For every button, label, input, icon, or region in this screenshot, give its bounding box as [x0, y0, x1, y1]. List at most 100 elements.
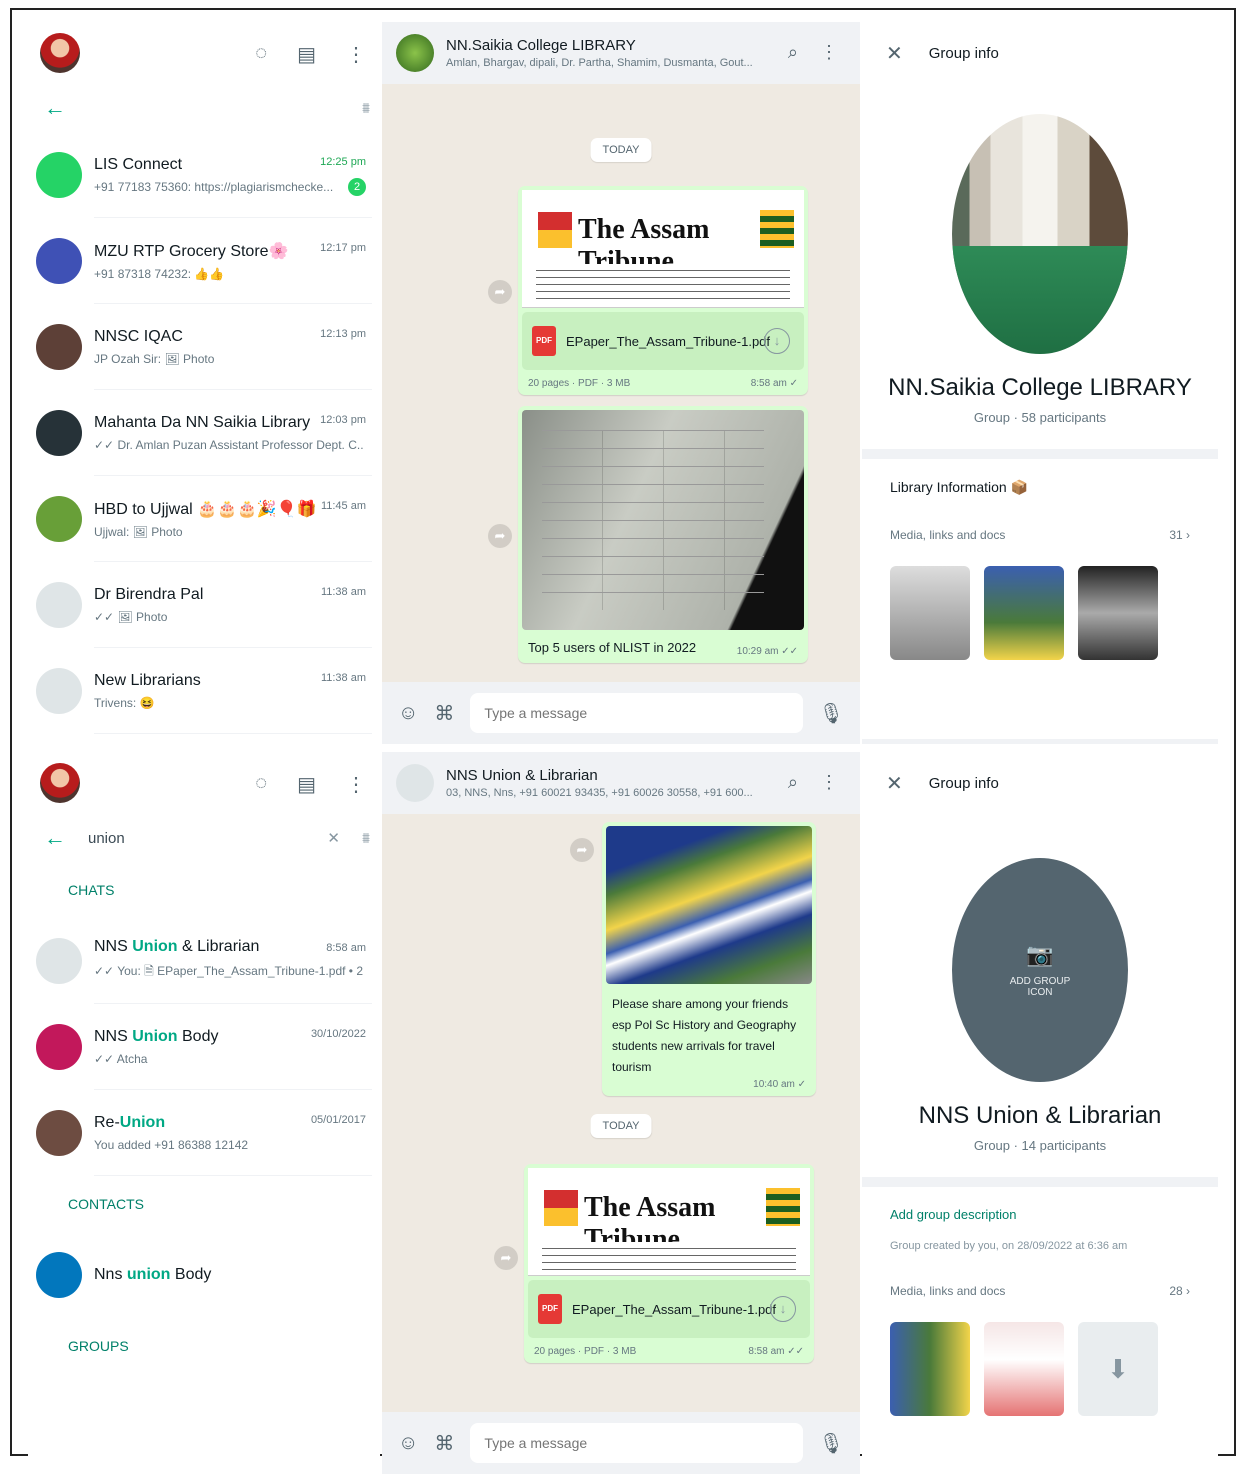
media-count: 28 › — [1169, 1284, 1190, 1298]
media-thumbnail[interactable] — [890, 566, 970, 660]
close-icon[interactable]: ✕ — [886, 771, 903, 796]
chat-preview: ✓✓ Atcha — [94, 1051, 148, 1066]
newspaper-logo-icon — [544, 1190, 578, 1226]
menu-icon[interactable]: ⋮ — [346, 42, 366, 67]
chat-preview: +91 77183 75360: https://plagiarismcheck… — [94, 179, 334, 194]
message-input[interactable] — [470, 1423, 803, 1463]
conversation-title: NN.Saikia College LIBRARY — [446, 37, 636, 54]
forward-icon[interactable]: ➦ — [488, 524, 512, 548]
mic-icon[interactable]: 🎙 — [819, 1431, 844, 1456]
conversation-subtitle: Amlan, Bhargav, dipali, Dr. Partha, Sham… — [446, 57, 753, 69]
forward-icon[interactable]: ➦ — [494, 1246, 518, 1270]
new-chat-icon[interactable]: ▤ — [297, 772, 316, 797]
chat-list-item[interactable]: NNSC IQAC JP Ozah Sir: 🖼 Photo 12:13 pm — [28, 304, 380, 390]
contact-item[interactable]: Nns union Body — [28, 1232, 380, 1318]
search-result-item[interactable]: NNS Union Body ✓✓ Atcha 30/10/2022 — [28, 1004, 380, 1090]
media-thumbnail[interactable] — [984, 566, 1064, 660]
chat-avatar — [36, 238, 82, 284]
chat-avatar — [36, 668, 82, 714]
chat-preview: ✓✓ You: 🗎 EPaper_The_Assam_Tribune-1.pdf… — [94, 964, 364, 978]
close-icon[interactable]: ✕ — [886, 41, 903, 66]
attach-icon[interactable]: ⌘ — [434, 701, 454, 726]
menu-icon[interactable]: ⋮ — [346, 772, 366, 797]
download-media-icon[interactable]: ⬇ — [1078, 1322, 1158, 1416]
message-time: 10:29 am ✓✓ — [736, 646, 798, 657]
filter-icon[interactable]: ⩩ — [362, 830, 370, 847]
message-bubble-photo[interactable]: Top 5 users of NLIST in 2022 10:29 am ✓✓ — [518, 406, 808, 663]
back-arrow-icon[interactable]: ← — [44, 95, 66, 121]
photo-attachment[interactable] — [522, 410, 804, 630]
message-bubble-pdf[interactable]: The Assam Tribune PDF EPaper_The_Assam_T… — [524, 1164, 814, 1363]
chat-list-header: ◌ ▤ ⋮ — [28, 22, 380, 84]
chat-list-item[interactable]: New Librarians Trivens: 😆 11:38 am — [28, 648, 380, 734]
chat-time: 11:45 am — [320, 500, 366, 512]
back-arrow-icon[interactable]: ← — [44, 825, 66, 851]
media-links-docs-row[interactable]: Media, links and docs 31 › — [890, 528, 1190, 542]
status-icon[interactable]: ◌ — [255, 42, 267, 67]
search-result-item[interactable]: NNS Union & Librarian ✓✓ You: 🗎 EPaper_Th… — [28, 918, 380, 1004]
pdf-icon: PDF — [532, 326, 556, 356]
pdf-preview[interactable]: The Assam Tribune — [528, 1168, 810, 1276]
message-bubble-photo[interactable]: Please share among your friends esp Pol … — [602, 822, 816, 1096]
emoji-icon[interactable]: ☺ — [398, 1432, 418, 1455]
message-time: 8:58 am ✓ — [750, 378, 798, 389]
search-input[interactable] — [88, 829, 308, 847]
add-group-description-link[interactable]: Add group description — [890, 1207, 1190, 1222]
group-avatar[interactable] — [396, 34, 434, 72]
search-results-chats: NNS Union & Librarian ✓✓ You: 🗎 EPaper_Th… — [28, 918, 380, 1176]
conversation-panel: NNS Union & Librarian 03, NNS, Nns, +91 … — [382, 752, 860, 1474]
forward-icon[interactable]: ➦ — [488, 280, 512, 304]
message-bubble-pdf[interactable]: The Assam Tribune PDF EPaper_The_Assam_T… — [518, 186, 808, 395]
add-group-icon-button[interactable]: 📷 ADD GROUP ICON — [952, 858, 1128, 1082]
download-icon[interactable]: ↓ — [770, 1296, 796, 1322]
emoji-icon[interactable]: ☺ — [398, 702, 418, 725]
download-icon[interactable]: ↓ — [764, 328, 790, 354]
conversation-header[interactable]: NN.Saikia College LIBRARY Amlan, Bhargav… — [382, 22, 860, 84]
pdf-preview[interactable]: The Assam Tribune — [522, 190, 804, 308]
chat-list-item[interactable]: Mahanta Da NN Saikia Library ✓✓ Dr. Amlan… — [28, 390, 380, 476]
group-participants: Group · 14 participants — [973, 1138, 1107, 1153]
chat-list-item[interactable]: Dr Birendra Pal ✓✓ 🖼 Photo 11:38 am — [28, 562, 380, 648]
group-avatar[interactable] — [396, 764, 434, 802]
search-icon[interactable]: ⌕ — [788, 42, 798, 63]
pdf-file-row[interactable]: PDF EPaper_The_Assam_Tribune-1.pdf ↓ — [522, 312, 804, 370]
chat-time: 05/01/2017 — [310, 1114, 366, 1126]
conversation-header[interactable]: NNS Union & Librarian 03, NNS, Nns, +91 … — [382, 752, 860, 814]
attach-icon[interactable]: ⌘ — [434, 1431, 454, 1456]
media-thumbnail[interactable] — [890, 1322, 970, 1416]
media-links-docs-row[interactable]: Media, links and docs 28 › — [890, 1284, 1190, 1298]
chat-list-item[interactable]: MZU RTP Grocery Store🌸 +91 87318 74232: 👍… — [28, 218, 380, 304]
group-name: NNS Union & Librarian — [918, 1102, 1162, 1129]
add-icon-label: ICON — [1027, 987, 1053, 998]
group-photo[interactable] — [952, 114, 1128, 354]
filter-icon[interactable]: ⩩ — [362, 100, 370, 117]
search-icon[interactable]: ⌕ — [788, 772, 798, 793]
chat-list-item[interactable]: LIS Connect +91 77183 75360: https://plag… — [28, 132, 380, 218]
new-chat-icon[interactable]: ▤ — [297, 42, 316, 67]
anniversary-badge-icon — [760, 210, 794, 248]
menu-icon[interactable]: ⋮ — [820, 42, 838, 63]
chat-list: LIS Connect +91 77183 75360: https://plag… — [28, 132, 380, 734]
media-thumbnail[interactable] — [984, 1322, 1064, 1416]
chat-time: 12:25 pm — [320, 156, 366, 168]
photo-attachment[interactable] — [606, 826, 812, 984]
chat-avatar — [36, 582, 82, 628]
search-result-item[interactable]: Re-Union You added +91 86388 12142 05/01/2… — [28, 1090, 380, 1176]
pdf-file-row[interactable]: PDF EPaper_The_Assam_Tribune-1.pdf ↓ — [528, 1280, 810, 1338]
forward-icon[interactable]: ➦ — [570, 838, 594, 862]
chat-avatar — [36, 938, 82, 984]
profile-avatar[interactable] — [40, 33, 80, 73]
media-thumbnail[interactable] — [1078, 566, 1158, 660]
chat-time: 11:38 am — [320, 672, 366, 684]
chat-preview: ✓✓ Dr. Amlan Puzan Assistant Professor D… — [94, 437, 364, 452]
status-icon[interactable]: ◌ — [255, 772, 267, 797]
clear-search-icon[interactable]: ✕ — [327, 829, 340, 847]
message-input[interactable] — [470, 693, 803, 733]
chat-list-item[interactable]: HBD to Ujjwal 🎂🎂🎂🎉🎈🎁 Ujjwal: 🖼 Photo 11:45… — [28, 476, 380, 562]
chat-list-panel: ◌ ▤ ⋮ ← ⩩ LIS Connect +91 77183 75360: ht… — [28, 22, 380, 744]
mic-icon[interactable]: 🎙 — [819, 701, 844, 726]
group-info-title: Group info — [928, 774, 999, 792]
profile-avatar[interactable] — [40, 763, 80, 803]
newspaper-text-lines — [542, 1242, 796, 1275]
menu-icon[interactable]: ⋮ — [820, 772, 838, 793]
